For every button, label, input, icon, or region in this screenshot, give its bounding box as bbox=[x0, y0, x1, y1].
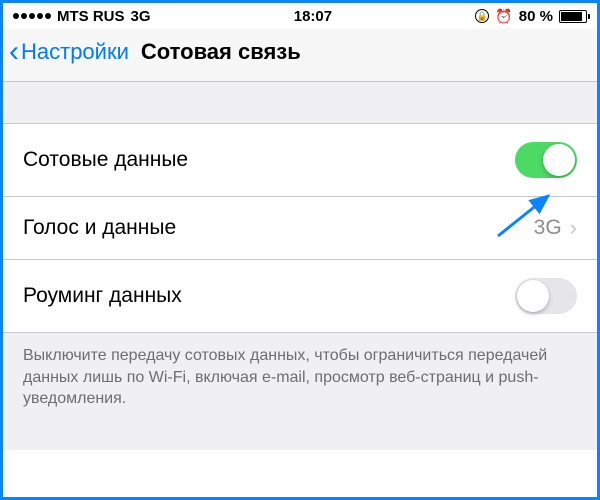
chevron-right-icon: › bbox=[570, 215, 577, 241]
page-title: Сотовая связь bbox=[141, 39, 301, 65]
signal-strength-icon bbox=[13, 13, 51, 19]
section-spacer bbox=[3, 82, 597, 124]
toggle-knob bbox=[543, 144, 575, 176]
row-label: Роуминг данных bbox=[23, 284, 182, 308]
chevron-left-icon: ‹ bbox=[9, 37, 19, 67]
row-label: Голос и данные bbox=[23, 216, 176, 240]
alarm-icon: ⏰ bbox=[495, 8, 512, 25]
battery-icon bbox=[559, 10, 587, 23]
back-label: Настройки bbox=[21, 39, 129, 65]
row-label: Сотовые данные bbox=[23, 148, 188, 172]
settings-list: Сотовые данные Голос и данные 3G › Роуми… bbox=[3, 124, 597, 333]
toggle-knob bbox=[517, 280, 549, 312]
network-type-label: 3G bbox=[131, 8, 151, 25]
nav-bar: ‹ Настройки Сотовая связь bbox=[3, 29, 597, 82]
row-data-roaming: Роуминг данных bbox=[3, 260, 597, 333]
section-footer-text: Выключите передачу сотовых данных, чтобы… bbox=[3, 333, 597, 450]
status-bar: MTS RUS 3G 18:07 🔒 ⏰ 80 % bbox=[3, 3, 597, 29]
cellular-data-toggle[interactable] bbox=[515, 142, 577, 178]
status-left: MTS RUS 3G bbox=[13, 8, 151, 25]
data-roaming-toggle[interactable] bbox=[515, 278, 577, 314]
carrier-label: MTS RUS bbox=[57, 8, 125, 25]
status-right: 🔒 ⏰ 80 % bbox=[475, 8, 587, 25]
clock: 18:07 bbox=[294, 8, 332, 25]
row-value: 3G bbox=[534, 216, 562, 240]
row-right: 3G › bbox=[534, 215, 577, 241]
row-voice-data[interactable]: Голос и данные 3G › bbox=[3, 197, 597, 260]
back-button[interactable]: ‹ Настройки bbox=[9, 37, 129, 67]
orientation-lock-icon: 🔒 bbox=[475, 9, 489, 23]
row-cellular-data: Сотовые данные bbox=[3, 124, 597, 197]
battery-percent: 80 % bbox=[519, 8, 553, 25]
